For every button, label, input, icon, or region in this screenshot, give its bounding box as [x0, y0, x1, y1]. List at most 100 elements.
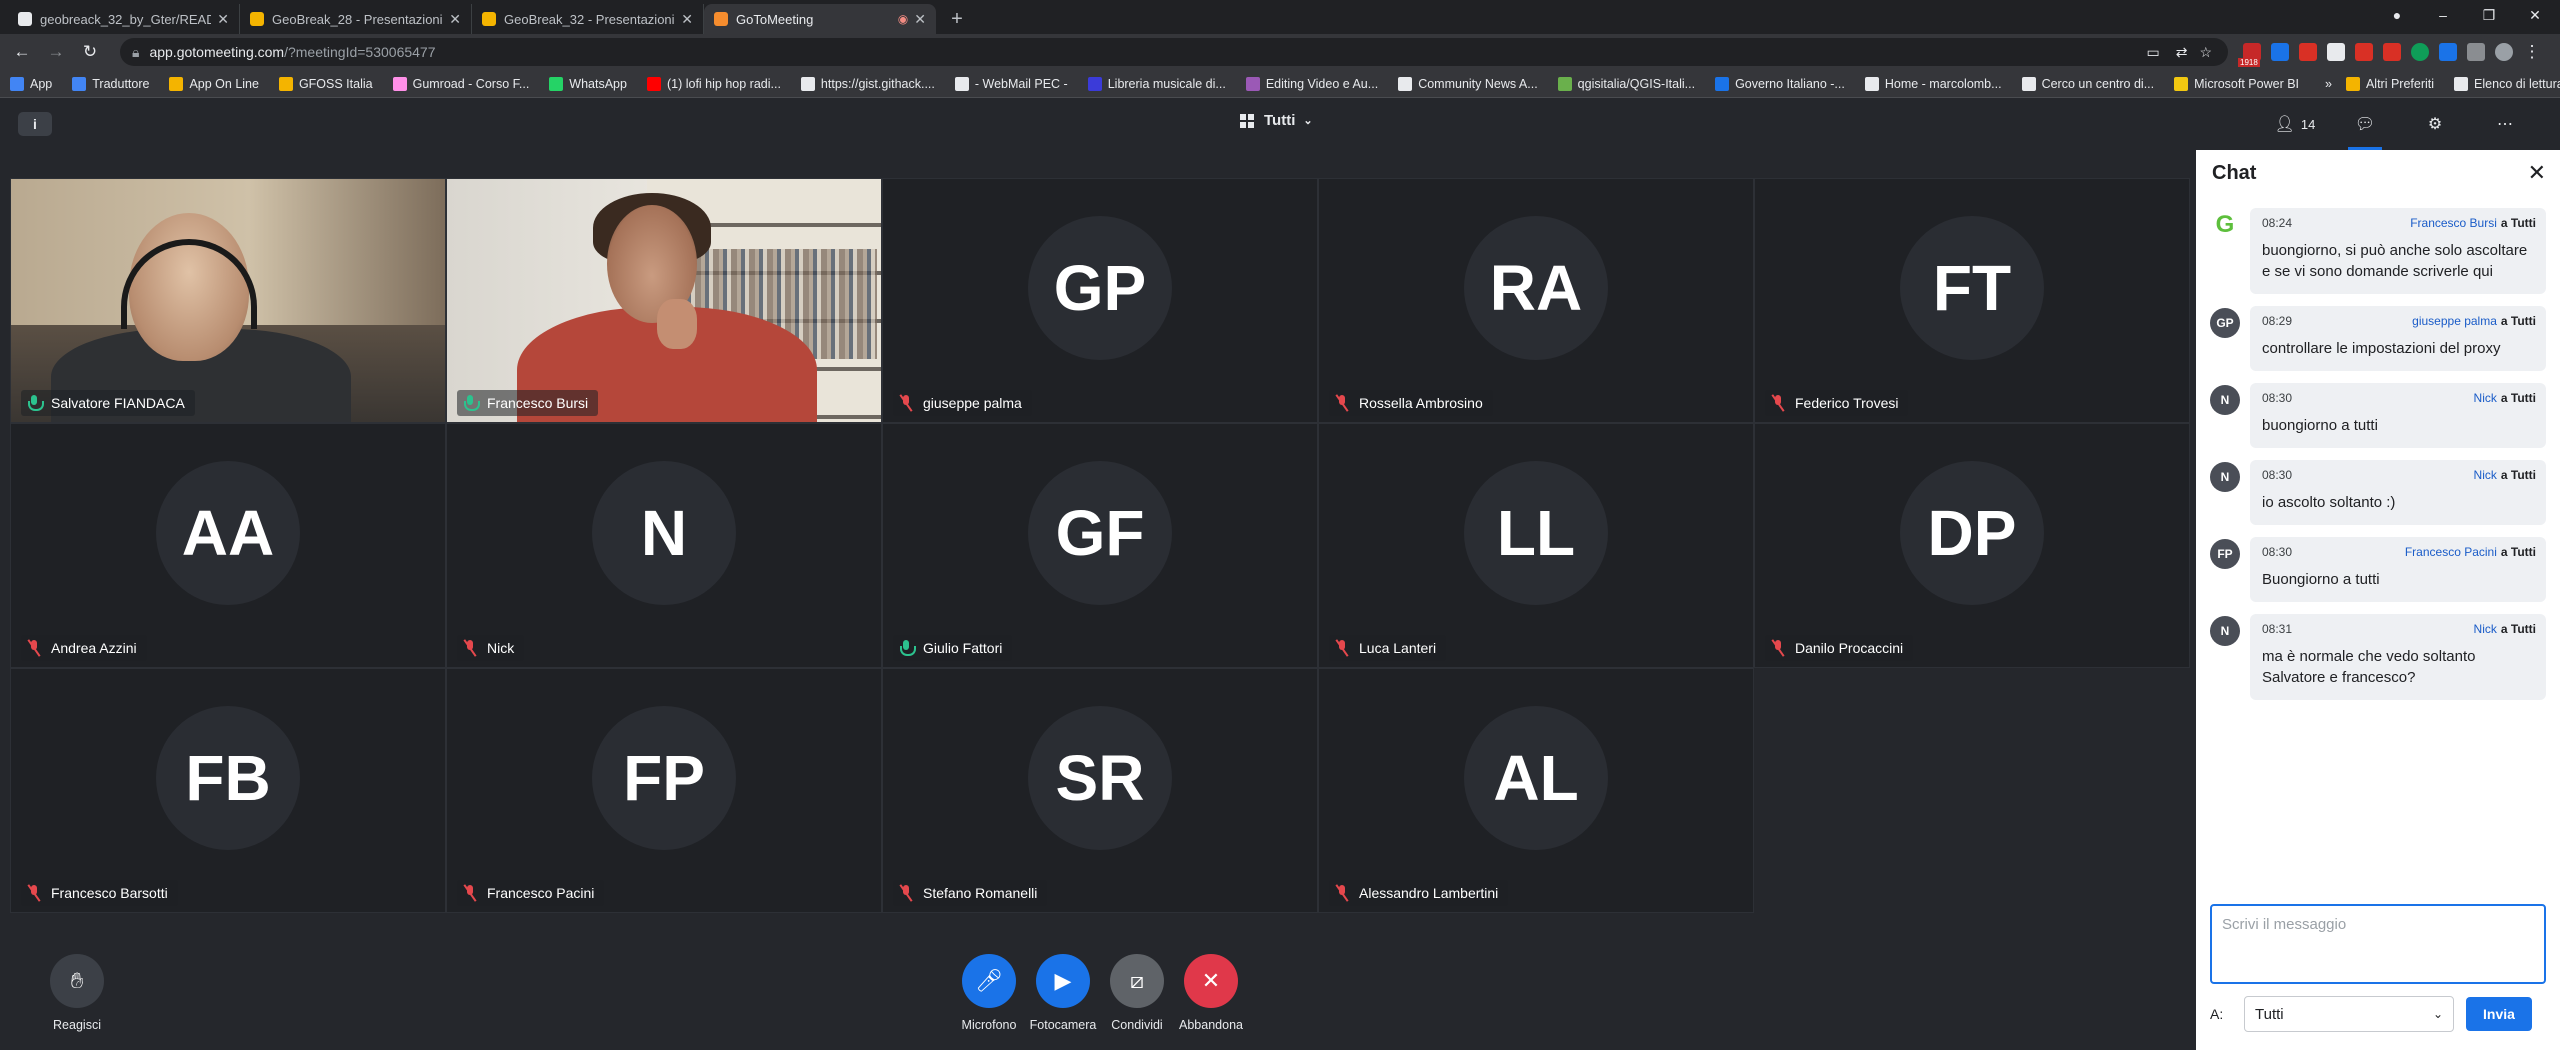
message-time: 08:29 [2262, 314, 2293, 328]
bookmark-item[interactable]: Home - marcolomb... [1864, 76, 2002, 91]
screen-share-off-icon[interactable]: ⧄ [1110, 954, 1164, 1008]
more-options-button[interactable]: ⋯ [2470, 98, 2540, 150]
extension-icon[interactable] [2411, 43, 2429, 61]
raise-hand-control[interactable]: ✋︎ Reagisci [32, 954, 122, 1032]
microphone-muted-icon [899, 395, 913, 411]
recipient-label: A: [2210, 1006, 2224, 1022]
browser-tab[interactable]: GoToMeeting ◉ ✕ [704, 4, 936, 34]
new-tab-button[interactable]: + [942, 4, 972, 34]
tab-close-icon[interactable]: ✕ [217, 11, 229, 28]
settings-button[interactable]: ⚙︎ [2400, 98, 2470, 150]
browser-menu-icon[interactable]: ⋮ [2518, 38, 2546, 66]
camera-blocked-icon[interactable]: ▭ [2146, 44, 2159, 61]
bookmark-item[interactable]: Cerco un centro di... [2021, 76, 2154, 91]
microphone-muted-icon [1771, 640, 1785, 656]
participants-button[interactable]: 👤︎ 14 [2260, 98, 2330, 150]
participant-tile[interactable]: GP giuseppe palma [882, 178, 1318, 423]
participant-tile[interactable]: RA Rossella Ambrosino [1318, 178, 1754, 423]
participant-tile[interactable]: GF Giulio Fattori [882, 423, 1318, 668]
extension-icon[interactable] [2355, 43, 2373, 61]
close-icon[interactable]: ✕ [1184, 954, 1238, 1008]
chat-panel: Chat ✕ G 08:24 Francesco Bursi a Tutti buong… [2196, 150, 2560, 1050]
bookmark-icon [1715, 76, 1730, 91]
translate-icon[interactable]: ⇄ [2176, 44, 2188, 61]
bookmark-label: App [30, 76, 53, 91]
participant-tile[interactable]: FT Federico Trovesi [1754, 178, 2190, 423]
bookmark-item[interactable]: Elenco di lettura [2454, 76, 2560, 91]
view-selector[interactable]: Tutti ⌄ [1240, 112, 1313, 129]
bookmark-label: - WebMail PEC - [974, 76, 1068, 91]
reload-icon[interactable]: ↻ [76, 38, 104, 66]
tab-close-icon[interactable]: ✕ [681, 11, 693, 28]
profile-avatar[interactable] [2495, 43, 2513, 61]
bookmark-item[interactable]: Microsoft Power BI [2174, 76, 2299, 91]
participant-tile[interactable]: N Nick [446, 423, 882, 668]
recipient-select[interactable]: Tutti ⌄ [2244, 996, 2454, 1032]
bookmark-item[interactable]: Editing Video e Au... [1245, 76, 1378, 91]
browser-tab[interactable]: GeoBreak_32 - Presentazioni Go ✕ [472, 4, 704, 34]
bookmark-label: Altri Preferiti [2365, 76, 2435, 91]
back-icon[interactable]: ← [8, 38, 36, 66]
participant-tile[interactable]: FB Francesco Barsotti [10, 668, 446, 913]
participant-tile[interactable]: FP Francesco Pacini [446, 668, 882, 913]
video-camera-icon[interactable]: ▶︎ [1036, 954, 1090, 1008]
bookmark-item[interactable]: (1) lofi hip hop radi... [646, 76, 781, 91]
send-button[interactable]: Invia [2466, 997, 2532, 1031]
bookmark-item[interactable]: Gumroad - Corso F... [392, 76, 530, 91]
forward-icon[interactable]: → [42, 38, 70, 66]
hand-icon[interactable]: ✋︎ [50, 954, 104, 1008]
bookmark-item[interactable]: Governo Italiano -... [1715, 76, 1845, 91]
leave-meeting-control[interactable]: ✕ Abbandona [1166, 954, 1256, 1032]
restore-icon[interactable]: ❐ [2466, 0, 2512, 30]
participant-tile[interactable]: SR Stefano Romanelli [882, 668, 1318, 913]
microphone-muted-icon [463, 885, 477, 901]
tab-close-icon[interactable]: ✕ [914, 11, 926, 28]
more-bookmarks-button[interactable]: » [2325, 77, 2332, 91]
bookmark-item[interactable]: Libreria musicale di... [1087, 76, 1226, 91]
bookmark-item[interactable]: GFOSS Italia [278, 76, 373, 91]
close-window-icon[interactable]: ✕ [2512, 0, 2558, 30]
bookmark-item[interactable]: https://gist.githack.... [800, 76, 935, 91]
message-text: buongiorno a tutti [2262, 417, 2378, 434]
profile-dropdown-icon[interactable]: ● [2374, 0, 2420, 30]
participant-tile[interactable]: Salvatore FIANDACA [10, 178, 446, 423]
extensions-puzzle-icon[interactable] [2467, 43, 2485, 61]
close-icon[interactable]: ✕ [2528, 160, 2546, 186]
bookmark-label: Gumroad - Corso F... [412, 76, 530, 91]
info-button[interactable]: i [18, 112, 52, 136]
extension-icon[interactable] [2271, 43, 2289, 61]
tab-close-icon[interactable]: ✕ [449, 11, 461, 28]
address-bar[interactable]: 🔒︎ app.gotomeeting.com /?meetingId=53006… [120, 38, 2228, 66]
extension-icon[interactable] [2327, 43, 2345, 61]
extension-icon[interactable] [2299, 43, 2317, 61]
person-icon: 👤︎ [2274, 116, 2295, 133]
bookmark-star-icon[interactable]: ☆ [2199, 44, 2212, 61]
microphone-label: Microfono [961, 1018, 1017, 1032]
bookmark-item[interactable]: Altri Preferiti [2345, 76, 2435, 91]
bookmark-item[interactable]: App On Line [169, 76, 259, 91]
participant-initials: AA [156, 461, 300, 606]
participant-initials: LL [1464, 461, 1608, 606]
bookmark-item[interactable]: WhatsApp [549, 76, 627, 91]
bookmark-item[interactable]: Traduttore [72, 76, 149, 91]
bookmark-item[interactable]: App [10, 76, 53, 91]
message-input[interactable]: Scrivi il messaggio [2210, 904, 2546, 984]
bookmark-item[interactable]: Community News A... [1398, 76, 1538, 91]
participant-tile[interactable]: Francesco Bursi [446, 178, 882, 423]
bookmark-item[interactable]: qgisitalia/QGIS-Itali... [1557, 76, 1695, 91]
recipient-value: Tutti [2255, 1005, 2284, 1023]
extension-icon[interactable] [2439, 43, 2457, 61]
chat-button[interactable]: 💬︎ [2330, 98, 2400, 150]
participant-tile[interactable]: DP Danilo Procaccini [1754, 423, 2190, 668]
extension-icon[interactable] [2383, 43, 2401, 61]
microphone-icon[interactable]: 🎤︎ [962, 954, 1016, 1008]
raise-hand-label: Reagisci [53, 1018, 101, 1032]
participant-tile[interactable]: LL Luca Lanteri [1318, 423, 1754, 668]
minimize-icon[interactable]: – [2420, 0, 2466, 30]
bookmark-item[interactable]: - WebMail PEC - [954, 76, 1068, 91]
participant-tile[interactable]: AL Alessandro Lambertini [1318, 668, 1754, 913]
extension-badge[interactable]: 1918 [2238, 43, 2266, 67]
browser-tab[interactable]: geobreack_32_by_Gter/README ✕ [8, 4, 240, 34]
participant-tile[interactable]: AA Andrea Azzini [10, 423, 446, 668]
browser-tab[interactable]: GeoBreak_28 - Presentazioni Go ✕ [240, 4, 472, 34]
